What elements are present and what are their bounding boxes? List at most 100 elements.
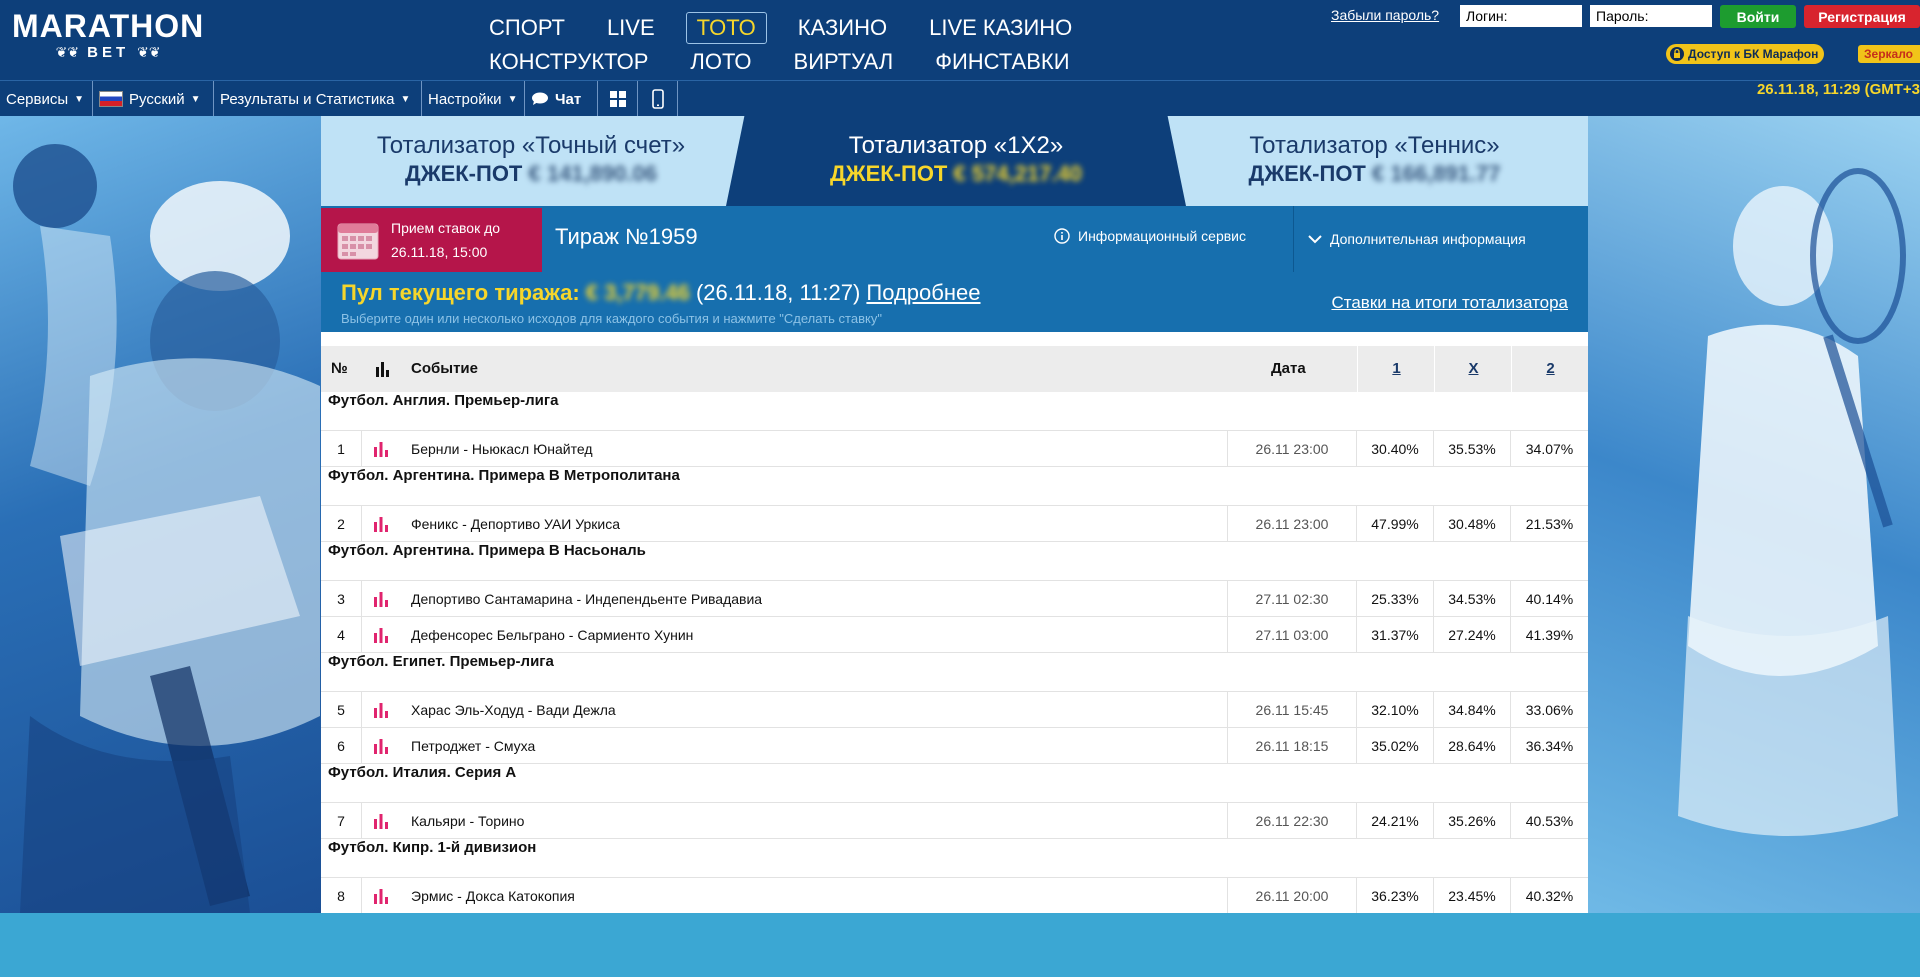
event-number: 7 [321, 803, 362, 838]
events-body: Футбол. Англия. Премьер-лига 1 Бернли - Нь… [321, 392, 1588, 913]
outcome-1-cell[interactable]: 32.10% [1357, 692, 1434, 727]
league-heading: Футбол. Аргентина. Примера B Насьональ [321, 542, 1588, 581]
stats-bars-icon[interactable] [361, 692, 401, 727]
nav-constructor[interactable]: КОНСТРУКТОР [478, 46, 659, 78]
login-input[interactable] [1460, 5, 1582, 27]
info-service-link[interactable]: Информационный сервис [1054, 228, 1246, 244]
windows-icon [609, 91, 626, 107]
additional-info-toggle[interactable]: Дополнительная информация [1293, 206, 1588, 272]
nav-casino[interactable]: КАЗИНО [787, 12, 898, 44]
outcome-x-cell[interactable]: 23.45% [1434, 878, 1511, 913]
caret-down-icon: ▼ [507, 93, 518, 105]
access-label: Доступ к БК Марафон [1688, 47, 1819, 61]
stats-bars-icon[interactable] [361, 581, 401, 616]
login-button[interactable]: Войти [1720, 5, 1796, 28]
jackpot-amount: € 574,217.40 [953, 161, 1082, 186]
laurel-right-icon: ❦❦ [137, 44, 161, 60]
outcome-x-cell[interactable]: 34.84% [1434, 692, 1511, 727]
event-row: 2 Феникс - Депортиво УАИ Уркиса 26.11 23:0… [321, 506, 1588, 542]
outcome-x-cell[interactable]: 30.48% [1434, 506, 1511, 541]
settings-menu[interactable]: Настройки ▼ [422, 81, 525, 117]
register-button[interactable]: Регистрация [1804, 5, 1920, 28]
league-heading: Футбол. Кипр. 1-й дивизион [321, 839, 1588, 878]
event-name: Депортиво Сантамарина - Индепендьенте Ри… [411, 591, 763, 607]
jackpot-label: ДЖЕК-ПОТ [830, 161, 948, 186]
outcome-1-cell[interactable]: 36.23% [1357, 878, 1434, 913]
stats-bars-icon[interactable] [361, 431, 401, 466]
password-input[interactable] [1590, 5, 1712, 27]
outcome-1-cell[interactable]: 25.33% [1357, 581, 1434, 616]
outcome-1-cell[interactable]: 24.21% [1357, 803, 1434, 838]
outcome-2-cell[interactable]: 33.06% [1511, 692, 1588, 727]
outcome-2-cell[interactable]: 21.53% [1511, 506, 1588, 541]
outcome-x-cell[interactable]: 35.26% [1434, 803, 1511, 838]
outcome-1-cell[interactable]: 47.99% [1357, 506, 1434, 541]
event-row: 6 Петроджет - Смуха 26.11 18:15 35.02% 28.64… [321, 728, 1588, 764]
tab-exact-score[interactable]: Тотализатор «Точный счет» ДЖЕК-ПОТ € 141… [321, 116, 741, 206]
stats-bars-icon[interactable] [361, 506, 401, 541]
site-header: MARATHON ❦❦ BET ❦❦ СПОРТ LIVE ТОТО КАЗИН… [0, 0, 1920, 80]
nav-live-casino[interactable]: LIVE КАЗИНО [918, 12, 1083, 44]
event-name: Феникс - Депортиво УАИ Уркиса [411, 516, 621, 532]
outcome-1-cell[interactable]: 31.37% [1357, 617, 1434, 652]
services-menu[interactable]: Сервисы ▼ [0, 81, 93, 117]
nav-toto[interactable]: ТОТО [685, 12, 767, 44]
outcome-1-cell[interactable]: 35.02% [1357, 728, 1434, 763]
toto-main-panel: Тотализатор «Точный счет» ДЖЕК-ПОТ € 141… [321, 116, 1588, 913]
calendar-icon [337, 223, 379, 260]
stats-bars-icon[interactable] [361, 878, 401, 913]
event-date: 26.11 20:00 [1227, 878, 1357, 913]
windows-app-button[interactable] [598, 81, 638, 117]
info-service-label: Информационный сервис [1078, 228, 1246, 244]
outcome-x-cell[interactable]: 27.24% [1434, 617, 1511, 652]
jackpot-amount: € 166,891.77 [1372, 161, 1501, 186]
outcome-2-cell[interactable]: 40.14% [1511, 581, 1588, 616]
stats-bars-icon[interactable] [361, 617, 401, 652]
mobile-app-button[interactable] [638, 81, 678, 117]
outcome-2-cell[interactable]: 34.07% [1511, 431, 1588, 466]
pool-details-link[interactable]: Подробнее [866, 280, 980, 305]
tab-tennis[interactable]: Тотализатор «Теннис» ДЖЕК-ПОТ € 166,891.… [1161, 116, 1588, 206]
pool-amount: € 3,779.46 [585, 280, 690, 305]
tab-title: Тотализатор «Точный счет» [376, 132, 686, 159]
mirror-button[interactable]: Зеркало [1858, 45, 1920, 63]
outcome-x-cell[interactable]: 35.53% [1434, 431, 1511, 466]
nav-finbets[interactable]: ФИНСТАВКИ [924, 46, 1080, 78]
stats-bars-icon[interactable] [361, 803, 401, 838]
nav-loto[interactable]: ЛОТО [679, 46, 762, 78]
forgot-password-link[interactable]: Забыли пароль? [1331, 7, 1439, 23]
nav-live[interactable]: LIVE [596, 12, 666, 44]
outcome-1-cell[interactable]: 30.40% [1357, 431, 1434, 466]
event-row: 8 Эрмис - Докса Катокопия 26.11 20:00 36.23… [321, 878, 1588, 913]
header-event: Событие [411, 360, 478, 377]
outcome-2-cell[interactable]: 36.34% [1511, 728, 1588, 763]
header-date: Дата [1271, 360, 1306, 377]
stats-bars-icon[interactable] [361, 728, 401, 763]
caret-down-icon: ▼ [400, 93, 411, 105]
deadline-value: 26.11.18, 15:00 [391, 244, 488, 260]
pool-bar: Пул текущего тиража: € 3,779.46 (26.11.1… [321, 272, 1588, 332]
nav-sport[interactable]: СПОРТ [478, 12, 576, 44]
tab-1x2-active[interactable]: Тотализатор «1X2» ДЖЕК-ПОТ € 574,217.40 [726, 116, 1186, 206]
header-outcome-1[interactable]: 1 [1357, 346, 1435, 392]
header-outcome-2[interactable]: 2 [1511, 346, 1588, 392]
totalizator-results-link[interactable]: Ставки на итоги тотализатора [1331, 293, 1568, 313]
outcome-2-cell[interactable]: 40.32% [1511, 878, 1588, 913]
event-date: 26.11 22:30 [1227, 803, 1357, 838]
language-menu[interactable]: Русский ▼ [93, 81, 214, 117]
results-menu[interactable]: Результаты и Статистика ▼ [214, 81, 422, 117]
jackpot-amount: € 141,890.06 [528, 161, 657, 186]
header-outcome-x[interactable]: X [1434, 346, 1512, 392]
jackpot-label: ДЖЕК-ПОТ [405, 161, 523, 186]
tennis-player-image [1678, 168, 1906, 836]
outcome-x-cell[interactable]: 34.53% [1434, 581, 1511, 616]
outcome-2-cell[interactable]: 41.39% [1511, 617, 1588, 652]
results-label: Результаты и Статистика [220, 90, 395, 108]
outcome-2-cell[interactable]: 40.53% [1511, 803, 1588, 838]
access-bk-button[interactable]: Доступ к БК Марафон [1666, 44, 1825, 64]
chat-bubble-icon [532, 92, 548, 105]
marathon-bet-logo[interactable]: MARATHON ❦❦ BET ❦❦ [12, 10, 204, 61]
chat-button[interactable]: Чат [525, 81, 598, 117]
nav-virtual[interactable]: ВИРТУАЛ [783, 46, 905, 78]
outcome-x-cell[interactable]: 28.64% [1434, 728, 1511, 763]
